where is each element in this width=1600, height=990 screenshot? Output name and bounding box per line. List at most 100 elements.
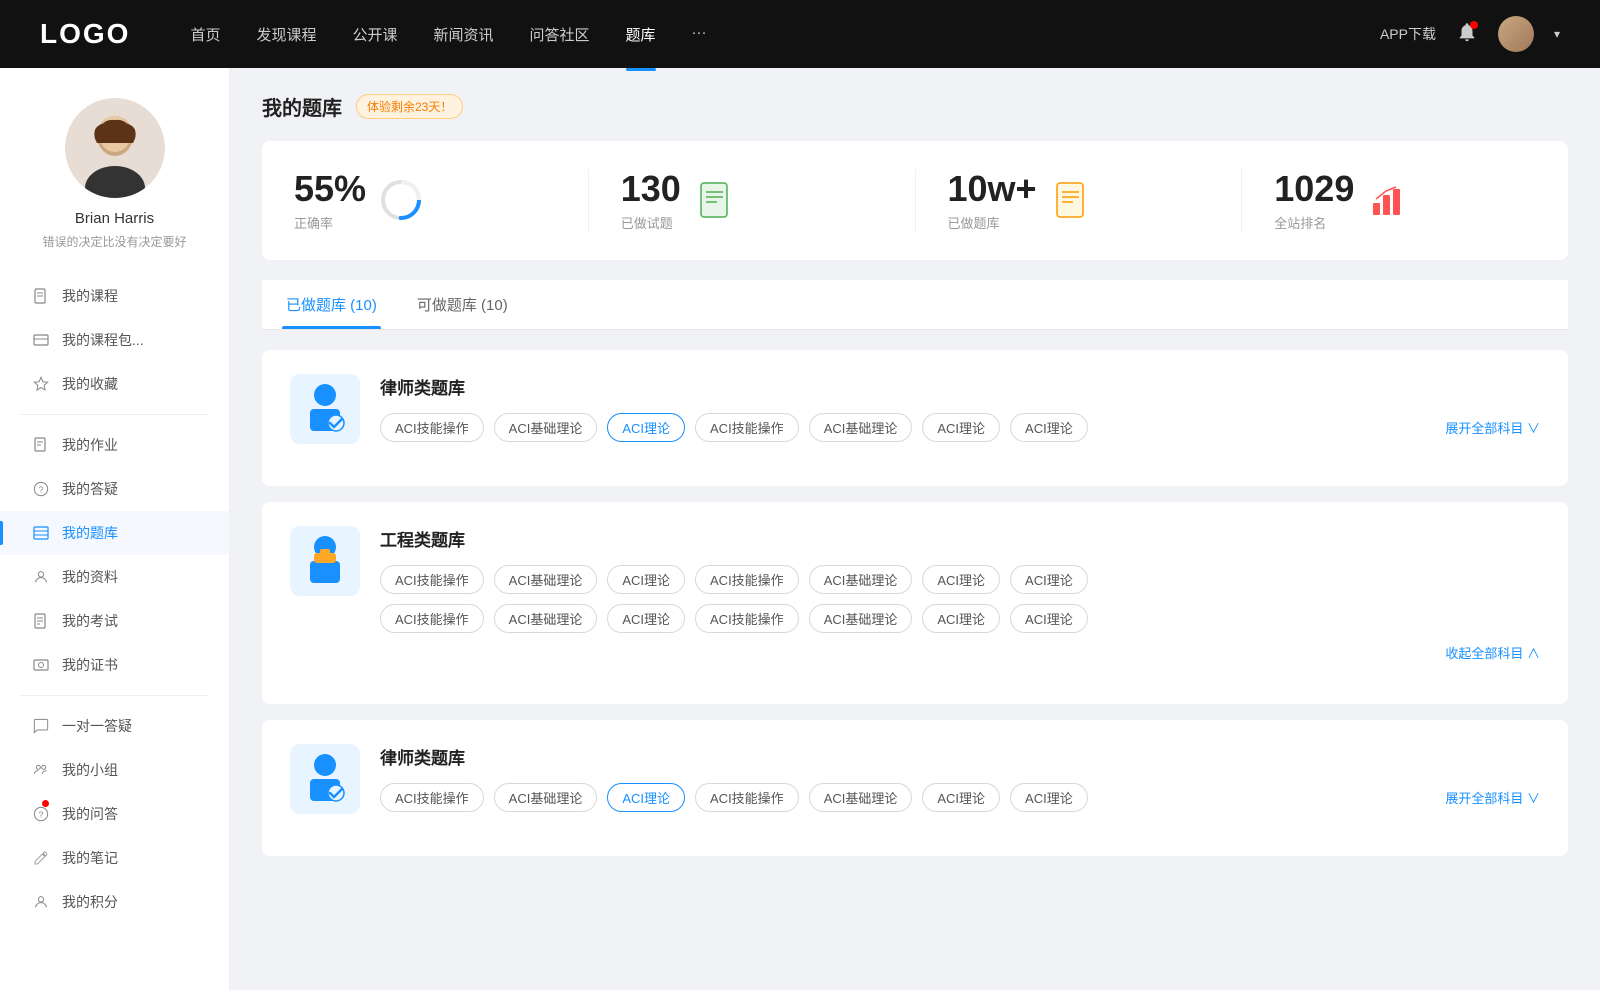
- nav-item-qa[interactable]: 问答社区: [530, 20, 590, 49]
- qb-tag[interactable]: ACI基础理论: [494, 604, 598, 633]
- qb-tag[interactable]: ACI理论: [1010, 413, 1088, 442]
- certificate-icon: [32, 656, 50, 674]
- tab-done-banks[interactable]: 已做题库 (10): [282, 280, 381, 329]
- sidebar-item-groups[interactable]: 我的小组: [0, 748, 229, 792]
- qb-tag[interactable]: ACI技能操作: [695, 565, 799, 594]
- qb-card-lawyer-2-header: 律师类题库 ACI技能操作 ACI基础理论 ACI理论 ACI技能操作 ACI基…: [290, 744, 1540, 814]
- nav-item-news[interactable]: 新闻资讯: [434, 20, 494, 49]
- qb-tag[interactable]: ACI理论: [922, 783, 1000, 812]
- qb-card-lawyer-1: 律师类题库 ACI技能操作 ACI基础理论 ACI理论 ACI技能操作 ACI基…: [262, 350, 1568, 486]
- sidebar-item-one-on-one[interactable]: 一对一答疑: [0, 704, 229, 748]
- nav-item-more[interactable]: ···: [692, 20, 707, 49]
- sidebar-item-notes[interactable]: 我的笔记: [0, 836, 229, 880]
- sidebar-nav: 我的课程 我的课程包... 我的收藏 我的作业: [0, 274, 229, 924]
- stat-done-banks-label: 已做题库: [948, 213, 1037, 232]
- navbar-right: APP下载 ▾: [1380, 16, 1560, 52]
- sidebar-item-points[interactable]: 我的积分: [0, 880, 229, 924]
- nav-item-discover[interactable]: 发现课程: [256, 20, 316, 49]
- points-icon: [32, 893, 50, 911]
- nav-menu: 首页 发现课程 公开课 新闻资讯 问答社区 题库 ···: [190, 20, 1380, 49]
- qb-tag[interactable]: ACI理论: [922, 413, 1000, 442]
- course-packages-icon: [32, 331, 50, 349]
- sidebar-item-profile[interactable]: 我的资料: [0, 555, 229, 599]
- stat-accuracy-text: 55% 正确率: [294, 169, 366, 232]
- tab-available-banks[interactable]: 可做题库 (10): [413, 280, 512, 329]
- sidebar-item-certificate[interactable]: 我的证书: [0, 643, 229, 687]
- exam-icon: [32, 612, 50, 630]
- nav-item-questionbank[interactable]: 题库: [626, 20, 656, 49]
- qb-tag[interactable]: ACI技能操作: [380, 565, 484, 594]
- stat-accuracy-label: 正确率: [294, 213, 366, 232]
- nav-item-home[interactable]: 首页: [190, 20, 220, 49]
- main-layout: Brian Harris 错误的决定比没有决定要好 我的课程 我的课程包... …: [0, 68, 1600, 990]
- qb-tag-active[interactable]: ACI理论: [607, 783, 685, 812]
- qb-card-engineer: 工程类题库 ACI技能操作 ACI基础理论 ACI理论 ACI技能操作 ACI基…: [262, 502, 1568, 704]
- stat-done-questions-value: 130: [621, 169, 681, 209]
- qb-tag[interactable]: ACI理论: [922, 565, 1000, 594]
- qb-tag[interactable]: ACI技能操作: [695, 413, 799, 442]
- expand-button-1[interactable]: 展开全部科目 ∨: [1445, 418, 1540, 437]
- qb-tag[interactable]: ACI基础理论: [494, 565, 598, 594]
- collapse-button[interactable]: 收起全部科目 ∧: [1445, 643, 1540, 662]
- sidebar-item-favorites[interactable]: 我的收藏: [0, 362, 229, 406]
- qb-card-lawyer-2: 律师类题库 ACI技能操作 ACI基础理论 ACI理论 ACI技能操作 ACI基…: [262, 720, 1568, 856]
- qb-tag[interactable]: ACI基础理论: [809, 783, 913, 812]
- qb-tag-active[interactable]: ACI理论: [607, 413, 685, 442]
- qb-lawyer-1-tags: ACI技能操作 ACI基础理论 ACI理论 ACI技能操作 ACI基础理论 AC…: [380, 413, 1540, 442]
- notification-bell[interactable]: [1456, 21, 1478, 48]
- qb-tag[interactable]: ACI技能操作: [695, 783, 799, 812]
- sidebar-item-homework-label: 我的作业: [62, 435, 118, 455]
- qb-tag[interactable]: ACI理论: [1010, 565, 1088, 594]
- app-download-button[interactable]: APP下载: [1380, 24, 1436, 44]
- sidebar-item-exam-label: 我的考试: [62, 611, 118, 631]
- sidebar-item-exam[interactable]: 我的考试: [0, 599, 229, 643]
- qb-engineer-body: 工程类题库 ACI技能操作 ACI基础理论 ACI理论 ACI技能操作 ACI基…: [380, 526, 1540, 662]
- qb-tag[interactable]: ACI技能操作: [380, 413, 484, 442]
- stat-done-banks: 10w+ 已做题库: [916, 169, 1243, 232]
- qb-tag[interactable]: ACI理论: [607, 604, 685, 633]
- qb-tag[interactable]: ACI基础理论: [809, 413, 913, 442]
- sidebar-item-questions[interactable]: ? 我的问答: [0, 792, 229, 836]
- qa-icon: ?: [32, 480, 50, 498]
- qb-tag[interactable]: ACI理论: [607, 565, 685, 594]
- qb-tag[interactable]: ACI基础理论: [494, 413, 598, 442]
- done-questions-icon: [695, 179, 737, 221]
- navbar: LOGO 首页 发现课程 公开课 新闻资讯 问答社区 题库 ··· APP下载 …: [0, 0, 1600, 68]
- qb-tag[interactable]: ACI技能操作: [380, 604, 484, 633]
- favorites-icon: [32, 375, 50, 393]
- qb-lawyer-2-tags: ACI技能操作 ACI基础理论 ACI理论 ACI技能操作 ACI基础理论 AC…: [380, 783, 1540, 812]
- trial-badge: 体验剩余23天！: [356, 94, 463, 119]
- sidebar-item-questions-label: 我的问答: [62, 804, 118, 824]
- sidebar-item-homework[interactable]: 我的作业: [0, 423, 229, 467]
- done-banks-icon: [1051, 179, 1093, 221]
- stat-site-rank-label: 全站排名: [1274, 213, 1354, 232]
- sidebar-item-points-label: 我的积分: [62, 892, 118, 912]
- svg-text:?: ?: [39, 809, 44, 819]
- sidebar-item-courses-label: 我的课程: [62, 286, 118, 306]
- nav-item-open-course[interactable]: 公开课: [352, 20, 397, 49]
- sidebar-item-qa-label: 我的答疑: [62, 479, 118, 499]
- sidebar-item-notes-label: 我的笔记: [62, 848, 118, 868]
- qb-tag[interactable]: ACI基础理论: [809, 604, 913, 633]
- qb-tag[interactable]: ACI基础理论: [494, 783, 598, 812]
- expand-button-3[interactable]: 展开全部科目 ∨: [1445, 788, 1540, 807]
- main-content: 我的题库 体验剩余23天！ 55% 正确率: [230, 68, 1600, 990]
- qb-tag[interactable]: ACI理论: [1010, 783, 1088, 812]
- page-title: 我的题库: [262, 92, 342, 121]
- sidebar: Brian Harris 错误的决定比没有决定要好 我的课程 我的课程包... …: [0, 68, 230, 990]
- avatar[interactable]: [1498, 16, 1534, 52]
- sidebar-item-courses[interactable]: 我的课程: [0, 274, 229, 318]
- qb-tag[interactable]: ACI技能操作: [380, 783, 484, 812]
- sidebar-item-question-bank[interactable]: 我的题库: [0, 511, 229, 555]
- qb-lawyer-2-title: 律师类题库: [380, 744, 1540, 769]
- courses-icon: [32, 287, 50, 305]
- qb-tag[interactable]: ACI技能操作: [695, 604, 799, 633]
- qb-tag[interactable]: ACI理论: [922, 604, 1000, 633]
- svg-text:?: ?: [39, 484, 44, 494]
- stat-done-questions-text: 130 已做试题: [621, 169, 681, 232]
- qb-tag[interactable]: ACI基础理论: [809, 565, 913, 594]
- qb-tag[interactable]: ACI理论: [1010, 604, 1088, 633]
- sidebar-item-course-packages[interactable]: 我的课程包...: [0, 318, 229, 362]
- avatar-chevron-icon[interactable]: ▾: [1554, 27, 1560, 41]
- sidebar-item-qa[interactable]: ? 我的答疑: [0, 467, 229, 511]
